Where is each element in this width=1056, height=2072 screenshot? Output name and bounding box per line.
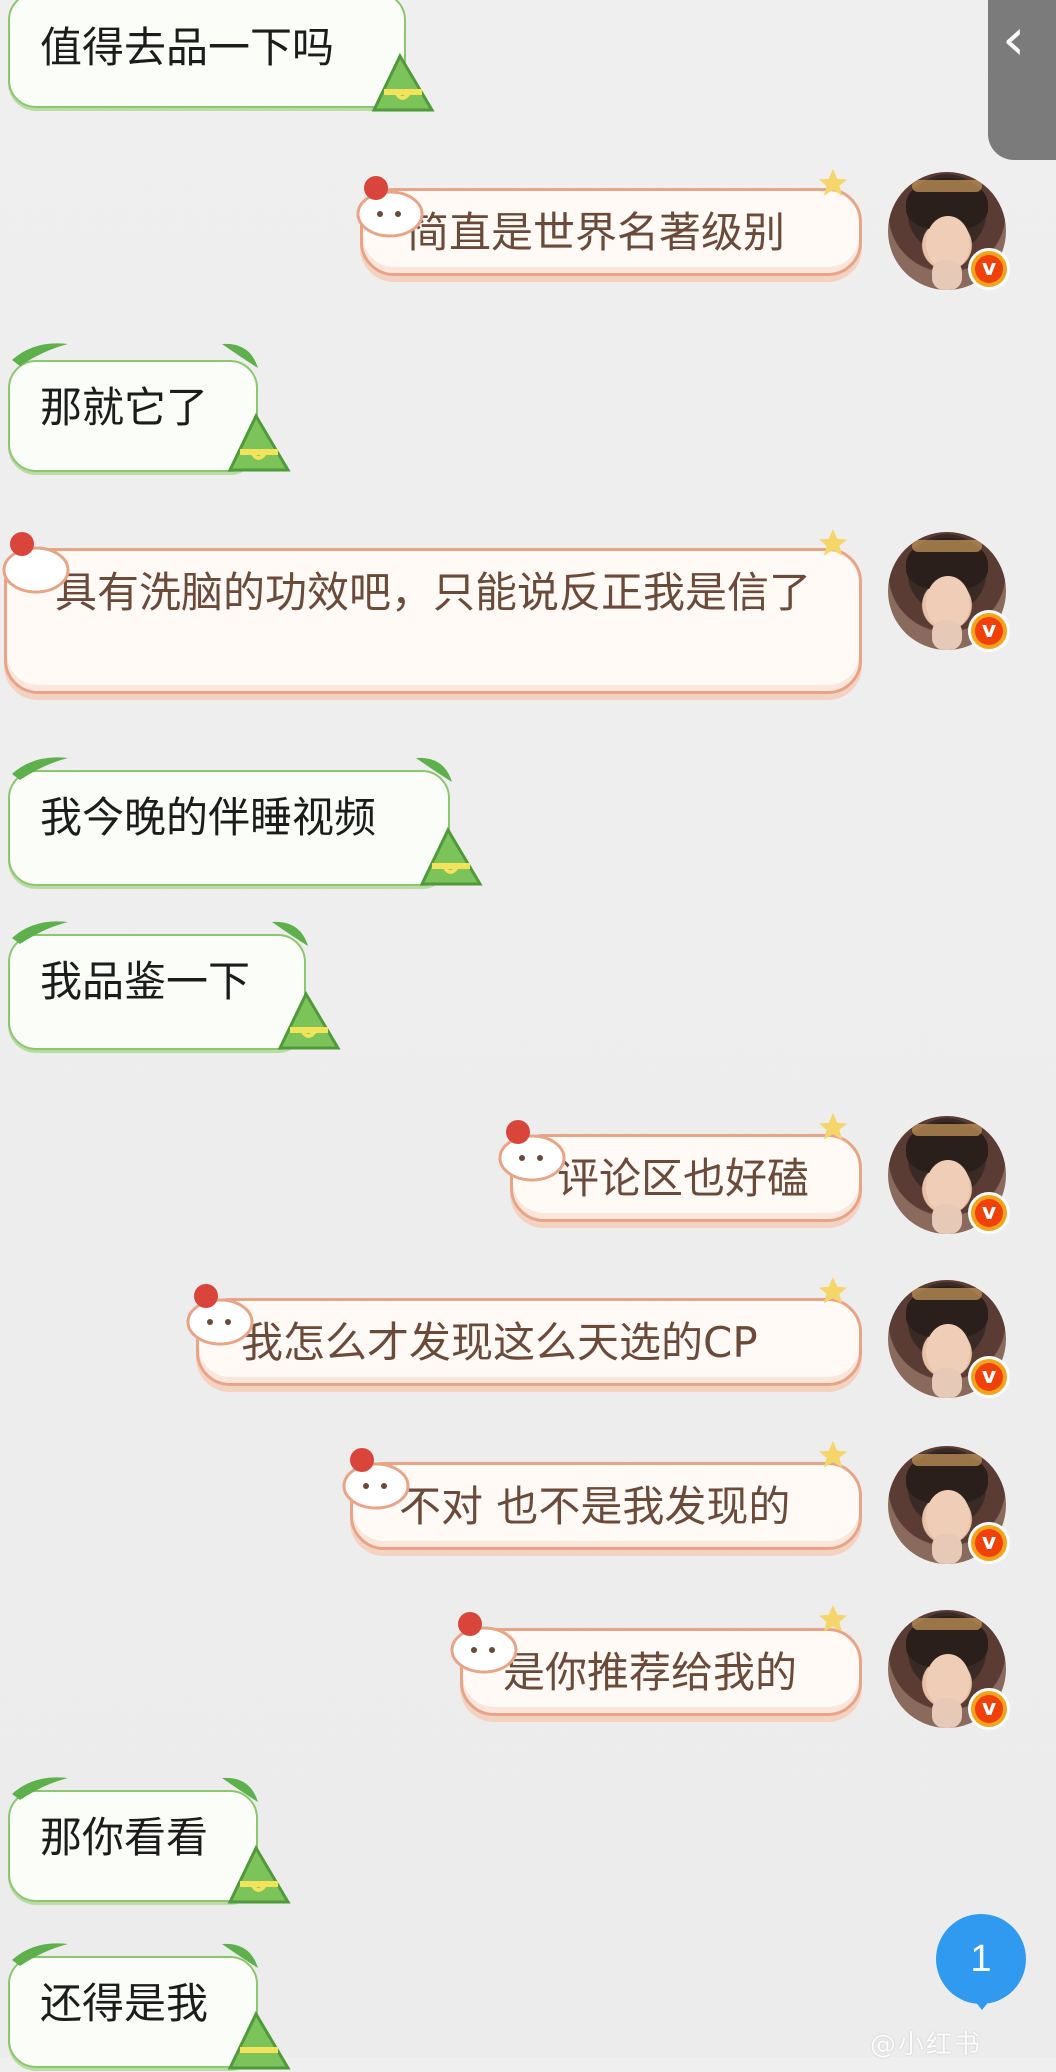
cat-icon [342,1448,410,1510]
star-icon [818,1440,848,1468]
bamboo-leaf-icon [12,757,68,780]
cat-icon [450,1612,518,1674]
right-message-bubble: 我怎么才发现这么天选的CP [196,1298,862,1386]
message-text: 值得去品一下吗 [40,23,335,72]
right-message-bubble: 不对 也不是我发现的 [350,1462,862,1550]
left-message-bubble: 我品鉴一下 [8,934,306,1050]
star-icon [818,1276,848,1304]
unread-count-button[interactable]: 1 [936,1914,1026,2010]
zongzi-icon [277,990,341,1050]
cat-icon [2,532,70,594]
right-message-bubble: 具有洗脑的功效吧，只能说反正我是信了 [4,548,862,694]
zongzi-icon [419,826,483,886]
vip-badge-icon: v [968,1192,1010,1234]
message-text: 我品鉴一下 [40,957,251,1006]
message-text: 简直是世界名著级别 [407,208,786,257]
left-message-bubble: 还得是我 [8,1956,258,2068]
left-message-bubble: 我今晚的伴睡视频 [8,770,450,886]
bamboo-leaf-icon [416,757,452,782]
zongzi-icon [227,1844,291,1904]
vip-badge-icon: v [968,1356,1010,1398]
star-icon [818,1604,848,1632]
right-message-bubble: 是你推荐给我的 [460,1628,862,1716]
vip-badge-icon: v [968,1522,1010,1564]
vip-badge-icon: v [968,1688,1010,1730]
message-text: 我今晚的伴睡视频 [40,793,377,842]
left-message-bubble: 值得去品一下吗 [8,0,406,108]
zongzi-icon [227,2010,291,2070]
message-text: 我怎么才发现这么天选的CP [241,1318,758,1367]
star-icon [818,168,848,196]
bamboo-leaf-icon [12,343,68,366]
bamboo-leaf-icon [272,921,308,946]
bamboo-leaf-icon [12,1943,68,1966]
star-icon [818,1112,848,1140]
star-icon [818,528,848,556]
vip-badge-icon: v [968,610,1010,652]
right-message-bubble: 简直是世界名著级别 [360,188,862,276]
watermark: @小红书 [870,2030,983,2060]
zongzi-icon [371,52,435,112]
vip-badge-icon: v [968,248,1010,290]
bamboo-leaf-icon [222,343,258,368]
bamboo-leaf-icon [12,921,68,944]
left-message-bubble: 那你看看 [8,1790,258,1902]
message-text: 评论区也好磕 [557,1154,810,1203]
back-button[interactable]: ‹ [988,0,1056,160]
message-text: 还得是我 [40,1979,209,2028]
cat-icon [356,176,424,238]
bamboo-leaf-icon [222,1777,258,1802]
message-text: 是你推荐给我的 [503,1648,798,1697]
bamboo-leaf-icon [222,1943,258,1968]
chevron-left-icon: ‹ [1002,5,1026,73]
left-message-bubble: 那就它了 [8,360,258,472]
message-text: 不对 也不是我发现的 [399,1482,791,1531]
message-text: 那你看看 [40,1813,209,1862]
cat-icon [498,1120,566,1182]
message-text: 那就它了 [40,383,209,432]
cat-icon [186,1284,254,1346]
zongzi-icon [227,412,291,472]
message-text: 具有洗脑的功效吧，只能说反正我是信了 [55,568,812,617]
bamboo-leaf-icon [12,1777,68,1800]
